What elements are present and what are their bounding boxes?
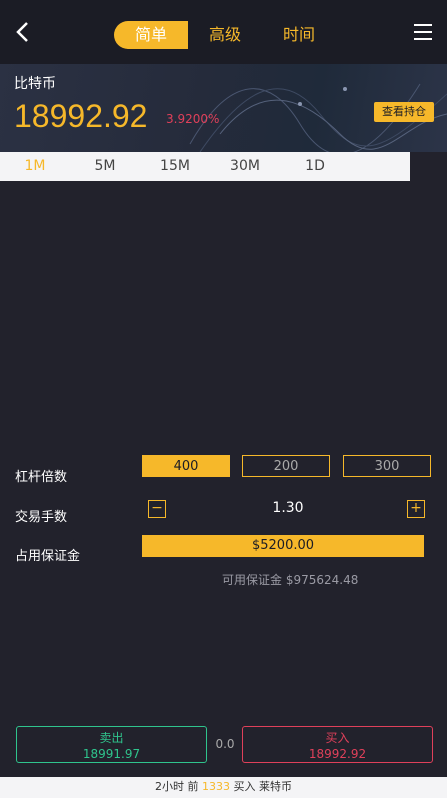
tab-time[interactable]: 时间 xyxy=(262,21,336,49)
margin-value: $5200.00 xyxy=(142,535,424,557)
coin-name: 比特币 xyxy=(14,76,56,92)
mode-tabs: 简单 高级 时间 xyxy=(114,21,336,49)
tab-advanced[interactable]: 高级 xyxy=(188,21,262,49)
menu-icon[interactable] xyxy=(414,24,434,44)
interval-30m[interactable]: 30M xyxy=(210,152,280,181)
leverage-option-300[interactable]: 300 xyxy=(343,455,431,477)
sell-price: 18991.97 xyxy=(82,747,141,761)
current-price: 18992.92 xyxy=(14,98,148,134)
leverage-label: 杠杆倍数 xyxy=(15,470,68,485)
ticker-amount: 1333 xyxy=(202,780,230,793)
lots-minus-button[interactable]: − xyxy=(148,500,166,518)
ticker-action: 买入 莱特币 xyxy=(233,780,293,793)
interval-5m[interactable]: 5M xyxy=(70,152,140,181)
buy-button[interactable]: 买入 18992.92 xyxy=(242,726,433,763)
price-change: 3.9200% xyxy=(166,112,220,126)
lots-plus-button[interactable]: + xyxy=(407,500,425,518)
leverage-option-400[interactable]: 400 xyxy=(142,455,230,477)
interval-15m[interactable]: 15M xyxy=(140,152,210,181)
interval-tabs: 1M 5M 15M 30M 1D xyxy=(0,152,410,181)
ticker-time: 2小时 前 xyxy=(155,780,199,793)
lots-value: 1.30 xyxy=(272,500,304,516)
tab-simple[interactable]: 简单 xyxy=(114,21,188,49)
buy-label: 买入 xyxy=(325,731,350,745)
sell-label: 卖出 xyxy=(99,731,124,745)
view-holdings-button[interactable]: 查看持仓 xyxy=(374,102,434,122)
margin-label: 占用保证金 xyxy=(15,549,81,564)
activity-ticker: 2小时 前 1333 买入 莱特币 xyxy=(0,777,447,798)
sell-button[interactable]: 卖出 18991.97 xyxy=(16,726,207,763)
price-chart[interactable] xyxy=(0,181,447,441)
spread-value: 0.0 xyxy=(215,737,235,751)
leverage-option-200[interactable]: 200 xyxy=(242,455,330,477)
buy-price: 18992.92 xyxy=(308,747,367,761)
top-bar: 简单 高级 时间 xyxy=(0,0,447,64)
lots-label: 交易手数 xyxy=(15,510,68,525)
interval-1d[interactable]: 1D xyxy=(280,152,350,181)
back-icon[interactable] xyxy=(10,18,38,46)
ticker-banner: 比特币 18992.92 3.9200% 查看持仓 xyxy=(0,64,447,152)
interval-1m[interactable]: 1M xyxy=(0,152,70,181)
available-margin: 可用保证金 $975624.48 xyxy=(222,573,359,587)
